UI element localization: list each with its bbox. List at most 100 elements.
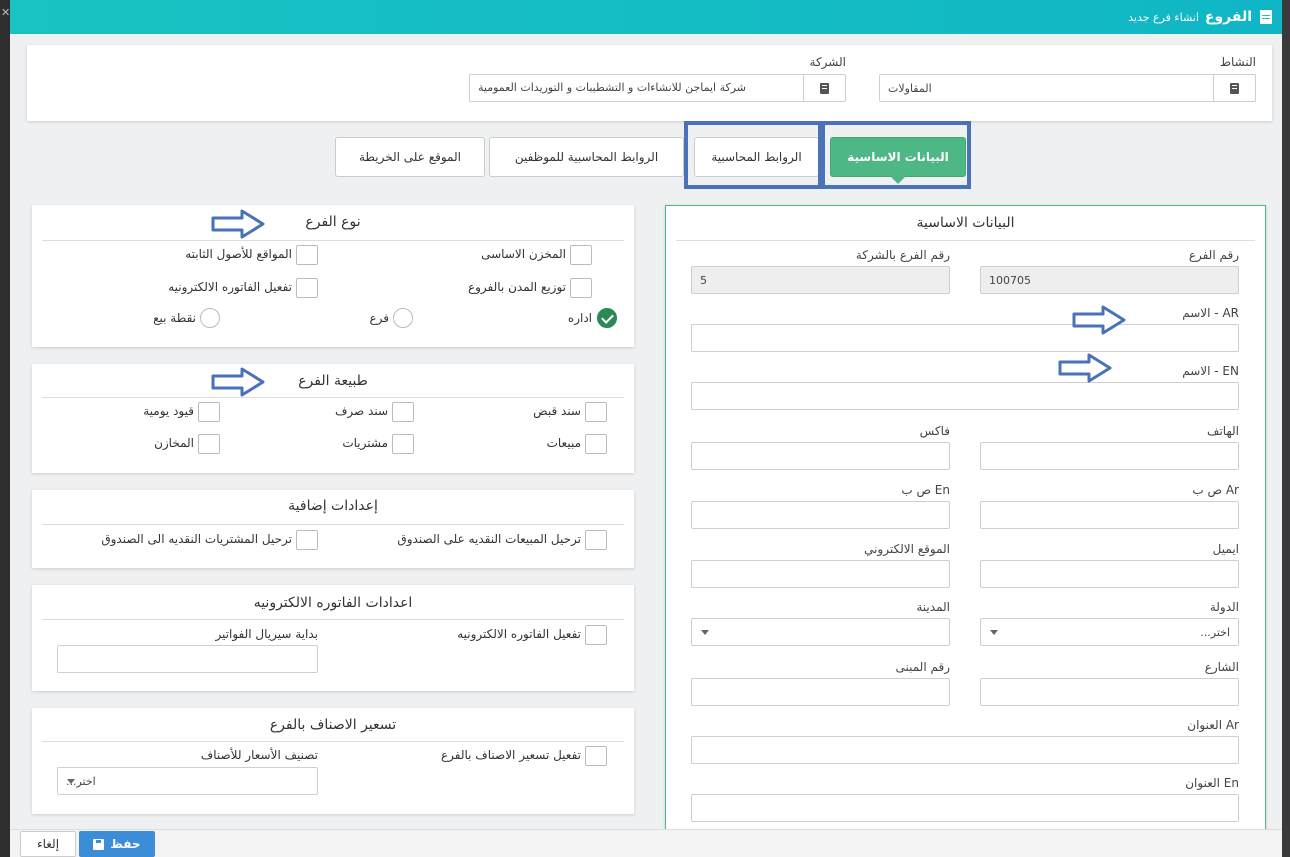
chevron-down-icon bbox=[990, 630, 998, 635]
branch-type-card: نوع الفرع المخزن الاساسى المواقع للأصول … bbox=[32, 205, 634, 347]
pobox-ar-field[interactable] bbox=[980, 501, 1239, 529]
serial-start-field[interactable] bbox=[57, 645, 318, 673]
main-store-checkbox[interactable] bbox=[570, 245, 592, 265]
purchases-label: مشتريات bbox=[342, 436, 388, 450]
purchases-checkbox[interactable] bbox=[392, 434, 414, 454]
extra-settings-card: إعدادات إضافية ترحيل المبيعات النقديه عل… bbox=[32, 490, 634, 568]
einvoice-activate-checkbox[interactable] bbox=[585, 625, 607, 645]
daily-entries-label: قيود يومية bbox=[143, 404, 194, 418]
serial-start-label: بداية سيريال الفواتير bbox=[215, 627, 318, 641]
divider bbox=[42, 524, 624, 525]
highlight-box-accounting bbox=[684, 121, 825, 189]
country-label: الدولة bbox=[1209, 600, 1239, 614]
company-field[interactable]: شركة ايماجن للانشاءات و التشطيبات و التو… bbox=[469, 74, 846, 102]
website-label: الموقع الالكتروني bbox=[864, 542, 950, 556]
annotation-arrow-icon bbox=[211, 209, 265, 239]
building-no-field[interactable] bbox=[691, 678, 950, 706]
purchases-cash-label: ترحيل المشتريات النقديه الى الصندوق bbox=[101, 532, 292, 546]
modal-titlebar: الفروع انشاء فرع جديد bbox=[10, 0, 1282, 34]
country-value: اختر... bbox=[1200, 625, 1230, 639]
payment-checkbox[interactable] bbox=[392, 402, 414, 422]
fax-field[interactable] bbox=[691, 442, 950, 470]
website-field[interactable] bbox=[691, 560, 950, 588]
fixed-assets-checkbox[interactable] bbox=[296, 245, 318, 265]
receipt-checkbox[interactable] bbox=[585, 402, 607, 422]
close-icon[interactable]: ✕ bbox=[1, 6, 10, 19]
daily-entries-checkbox[interactable] bbox=[198, 402, 220, 422]
tab-map-location[interactable]: الموقع على الخريطة bbox=[335, 137, 485, 177]
modal-subtitle: انشاء فرع جديد bbox=[1128, 10, 1199, 24]
activity-field[interactable]: المقاولات bbox=[879, 74, 1256, 102]
main-store-label: المخزن الاساسى bbox=[481, 247, 566, 261]
modal-footer: حفظ إلغاء bbox=[10, 829, 1282, 857]
divider bbox=[42, 240, 624, 241]
price-class-label: تصنيف الأسعار للأصناف bbox=[200, 748, 318, 762]
einvoice-settings-title: اعدادات الفاتوره الالكترونيه bbox=[253, 595, 413, 611]
name-en-label: الاسم - EN bbox=[1182, 364, 1239, 378]
save-button[interactable]: حفظ bbox=[79, 831, 155, 857]
branch-nature-card: طبيعة الفرع سند قبض سند صرف قيود يومية م… bbox=[32, 364, 634, 473]
cancel-button[interactable]: إلغاء bbox=[20, 831, 76, 857]
activity-label: النشاط bbox=[1219, 55, 1256, 69]
background-strip-right bbox=[1282, 0, 1290, 857]
building-icon bbox=[820, 82, 829, 94]
name-en-field[interactable] bbox=[691, 382, 1239, 410]
pricing-activate-checkbox[interactable] bbox=[585, 746, 607, 766]
einvoice-activate-label: تفعيل الفاتوره الالكترونيه bbox=[457, 627, 581, 641]
fax-label: فاكس bbox=[919, 424, 950, 438]
street-field[interactable] bbox=[980, 678, 1239, 706]
branch-type-title: نوع الفرع bbox=[305, 214, 361, 230]
pricing-activate-label: تفعيل تسعير الاصناف بالفرع bbox=[440, 748, 581, 762]
basic-data-title: البيانات الاساسية bbox=[916, 215, 1015, 231]
branch-radio[interactable] bbox=[393, 308, 413, 328]
divider bbox=[676, 240, 1255, 241]
einvoice-settings-card: اعدادات الفاتوره الالكترونيه تفعيل الفات… bbox=[32, 585, 634, 691]
item-pricing-title: تسعير الاصناف بالفرع bbox=[269, 717, 397, 733]
address-ar-field[interactable] bbox=[691, 736, 1239, 764]
company-icon-cell bbox=[803, 75, 845, 101]
city-distribution-checkbox[interactable] bbox=[570, 278, 592, 298]
background-strip-left: ✕ bbox=[0, 0, 10, 857]
save-label: حفظ bbox=[110, 837, 141, 851]
extra-settings-title: إعدادات إضافية bbox=[288, 498, 378, 514]
tab-employee-accounting-links[interactable]: الروابط المحاسبية للموظفين bbox=[489, 137, 684, 177]
admin-radio[interactable] bbox=[597, 308, 617, 328]
company-branch-no-field[interactable]: 5 bbox=[691, 266, 950, 294]
item-pricing-card: تسعير الاصناف بالفرع تفعيل تسعير الاصناف… bbox=[32, 708, 634, 814]
purchases-cash-checkbox[interactable] bbox=[296, 530, 318, 550]
email-label: ايميل bbox=[1212, 542, 1239, 556]
sales-checkbox[interactable] bbox=[585, 434, 607, 454]
branch-no-field[interactable]: 100705 bbox=[980, 266, 1239, 294]
highlight-box-basic bbox=[818, 121, 971, 189]
street-label: الشارع bbox=[1204, 660, 1239, 674]
phone-field[interactable] bbox=[980, 442, 1239, 470]
stores-checkbox[interactable] bbox=[198, 434, 220, 454]
country-select[interactable]: اختر... bbox=[980, 618, 1239, 646]
annotation-arrow-icon bbox=[211, 367, 265, 397]
phone-label: الهاتف bbox=[1207, 424, 1239, 438]
name-ar-field[interactable] bbox=[691, 324, 1239, 352]
company-branch-no-label: رقم الفرع بالشركة bbox=[855, 248, 950, 262]
fixed-assets-label: المواقع للأصول الثابته bbox=[185, 247, 292, 261]
city-distribution-label: توزيع المدن بالفروع bbox=[467, 280, 566, 294]
einvoice-type-checkbox[interactable] bbox=[296, 278, 318, 298]
divider bbox=[42, 619, 624, 620]
address-en-field[interactable] bbox=[691, 794, 1239, 822]
activity-value: المقاولات bbox=[888, 81, 932, 95]
divider bbox=[42, 397, 624, 398]
annotation-arrow-icon bbox=[1072, 305, 1126, 335]
building-no-label: رقم المبنى bbox=[895, 660, 950, 674]
stores-label: المخازن bbox=[154, 436, 194, 450]
city-select[interactable] bbox=[691, 618, 950, 646]
price-class-select[interactable]: اختر... bbox=[57, 767, 318, 795]
email-field[interactable] bbox=[980, 560, 1239, 588]
branch-nature-title: طبيعة الفرع bbox=[298, 373, 368, 389]
pobox-en-field[interactable] bbox=[691, 501, 950, 529]
branch-modal: الفروع انشاء فرع جديد النشاط المقاولات ا… bbox=[10, 0, 1282, 857]
document-icon bbox=[1260, 10, 1272, 24]
activity-icon-cell bbox=[1213, 75, 1255, 101]
divider bbox=[42, 741, 624, 742]
sales-cash-checkbox[interactable] bbox=[585, 530, 607, 550]
admin-label: اداره bbox=[567, 311, 592, 325]
pos-radio[interactable] bbox=[200, 308, 220, 328]
